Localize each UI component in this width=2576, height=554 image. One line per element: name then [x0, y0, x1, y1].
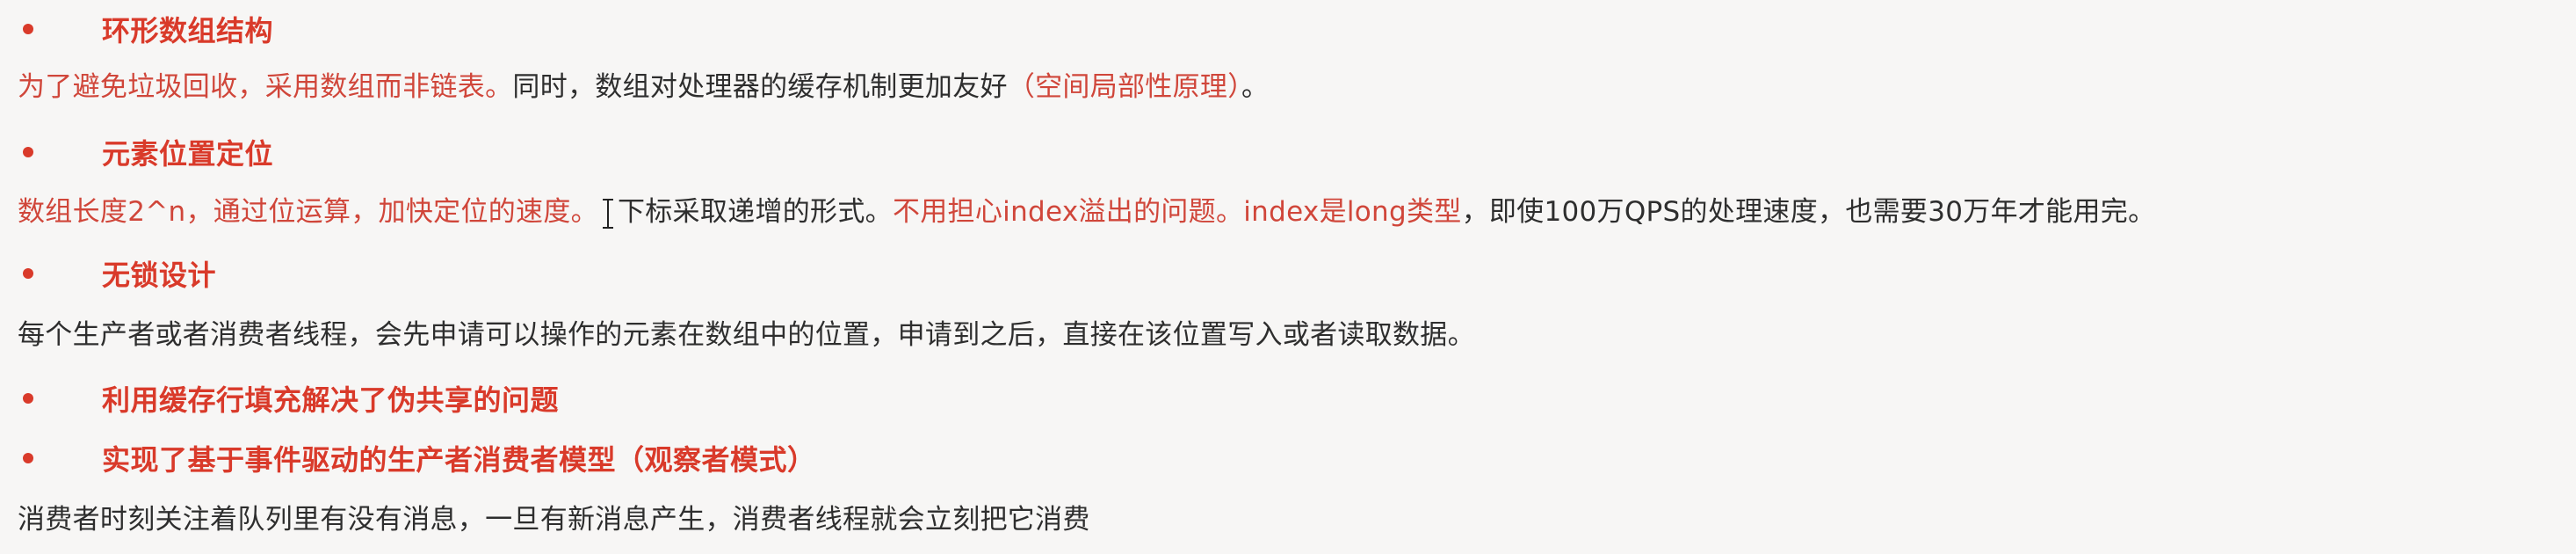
bullet-icon: [23, 268, 33, 279]
text-cursor-icon: [600, 196, 616, 231]
text-span: 下标采取递增的形式。: [617, 196, 893, 228]
paragraph-lock-free: 每个生产者或者消费者线程，会先申请可以操作的元素在数组中的位置，申请到之后，直接…: [18, 313, 1475, 357]
section-heading-element-position: 元素位置定位: [18, 130, 273, 174]
bullet-icon: [23, 453, 33, 463]
section-heading-cache-line: 利用缓存行填充解决了伪共享的问题: [18, 376, 559, 420]
section-heading-event-driven: 实现了基于事件驱动的生产者消费者模型（观察者模式）: [18, 436, 816, 480]
paragraph-ring-array: 为了避免垃圾回收，采用数组而非链表。同时，数组对处理器的缓存机制更加友好（空间局…: [18, 65, 1269, 109]
heading-text: 元素位置定位: [102, 137, 274, 171]
paragraph-event-driven: 消费者时刻关注着队列里有没有消息，一旦有新消息产生，消费者线程就会立刻把它消费: [18, 498, 1090, 542]
heading-text: 利用缓存行填充解决了伪共享的问题: [102, 383, 560, 417]
heading-text: 环形数组结构: [102, 14, 274, 47]
text-span: ，即使100万QPS的处理速度，也需要30万年才能用完。: [1461, 196, 2156, 228]
paragraph-element-position: 数组长度2^n，通过位运算，加快定位的速度。 下标采取递增的形式。不用担心inde…: [18, 190, 2155, 234]
section-heading-ring-array: 环形数组结构: [18, 7, 273, 51]
heading-text: 实现了基于事件驱动的生产者消费者模型（观察者模式）: [102, 443, 816, 477]
text-span: 消费者时刻关注着队列里有没有消息，一旦有新消息产生，消费者线程就会立刻把它消费: [18, 504, 1090, 536]
text-span: 。: [1241, 71, 1270, 103]
bullet-icon: [23, 24, 33, 34]
section-heading-lock-free: 无锁设计: [18, 251, 216, 295]
text-span: 每个生产者或者消费者线程，会先申请可以操作的元素在数组中的位置，申请到之后，直接…: [18, 319, 1475, 351]
text-span: 同时，数组对处理器的缓存机制更加友好: [512, 71, 1008, 103]
text-span: 数组长度2^n，通过位运算，加快定位的速度。: [18, 196, 598, 228]
text-span: 不用担心index溢出的问题。index是long类型: [892, 196, 1462, 228]
document-body: 环形数组结构 为了避免垃圾回收，采用数组而非链表。同时，数组对处理器的缓存机制更…: [0, 0, 2576, 554]
text-span: （空间局部性原理）: [1007, 71, 1242, 103]
bullet-icon: [23, 393, 33, 404]
text-span: 为了避免垃圾回收，采用数组而非链表。: [18, 71, 513, 103]
heading-text: 无锁设计: [102, 259, 217, 292]
bullet-icon: [23, 147, 33, 157]
